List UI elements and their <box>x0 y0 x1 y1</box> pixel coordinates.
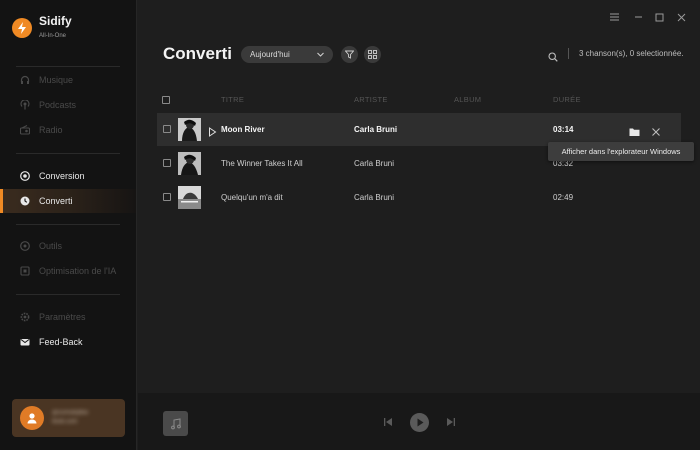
album-cover <box>178 152 201 175</box>
previous-icon[interactable] <box>383 417 393 427</box>
conversion-icon <box>20 171 30 181</box>
brand: Sidify All-In-One <box>12 14 72 41</box>
sidebar-item-label: Musique <box>39 75 74 85</box>
track-duration: 03:14 <box>553 125 574 134</box>
headphones-icon <box>20 75 30 85</box>
next-icon[interactable] <box>446 417 456 427</box>
filter-button[interactable] <box>341 46 358 63</box>
music-note-icon <box>163 411 188 436</box>
sidebar: Sidify All-In-One Musique Podcasts Radio… <box>0 0 137 450</box>
sidebar-item-podcasts[interactable]: Podcasts <box>0 93 136 117</box>
grid-icon <box>368 50 377 59</box>
sidebar-divider <box>16 224 120 225</box>
close-icon[interactable] <box>675 11 687 23</box>
row-checkbox[interactable] <box>163 193 171 201</box>
track-title: The Winner Takes It All <box>221 159 303 168</box>
column-header-title[interactable]: TITRE <box>221 95 244 104</box>
ai-icon <box>20 266 30 276</box>
track-title: Quelqu'un m'a dit <box>221 193 283 202</box>
filter-icon <box>345 50 354 59</box>
search-icon[interactable] <box>548 49 558 67</box>
remove-icon[interactable] <box>651 124 661 142</box>
sidebar-item-feedback[interactable]: Feed-Back <box>0 330 136 354</box>
sidebar-item-parametres[interactable]: Paramètres <box>0 305 136 329</box>
album-cover <box>178 186 201 209</box>
radio-icon <box>20 125 30 135</box>
track-artist: Carla Bruni <box>354 159 395 168</box>
row-checkbox[interactable] <box>163 125 171 133</box>
account-panel[interactable]: @ssmsbrjfbw ilook.com <box>12 399 125 437</box>
avatar <box>20 406 44 430</box>
folder-icon[interactable] <box>629 124 640 142</box>
user-icon <box>27 413 37 424</box>
sidebar-item-label: Feed-Back <box>39 337 83 347</box>
minimize-icon[interactable] <box>632 11 644 23</box>
track-duration: 02:49 <box>553 193 574 202</box>
select-all-checkbox[interactable] <box>162 96 170 104</box>
sidebar-item-radio[interactable]: Radio <box>0 118 136 142</box>
sidebar-item-converti[interactable]: Converti <box>0 189 136 213</box>
app-subtitle: All-In-One <box>39 33 67 39</box>
tooltip: Afficher dans l'explorateur Windows <box>548 142 694 161</box>
sidify-logo-icon <box>12 18 32 38</box>
row-checkbox[interactable] <box>163 159 171 167</box>
sidebar-item-label: Outils <box>39 241 63 251</box>
column-header-duration[interactable]: DURÉE <box>553 95 581 104</box>
app-name: Sidify <box>39 14 72 28</box>
sidebar-item-label: Converti <box>39 196 73 206</box>
sidebar-item-optimisation-ia[interactable]: Optimisation de l'IA <box>0 259 136 283</box>
sidebar-item-conversion[interactable]: Conversion <box>0 164 136 188</box>
main-panel: Converti Aujourd'hui 3 chanson(s), 0 sel… <box>138 0 700 450</box>
album-cover <box>178 118 201 141</box>
page-title: Converti <box>163 44 232 63</box>
sidebar-divider <box>16 66 120 67</box>
track-artist: Carla Bruni <box>354 193 395 202</box>
clock-icon <box>20 196 30 206</box>
table-row[interactable]: Quelqu'un m'a dit Carla Bruni 02:49 <box>157 181 681 214</box>
sidebar-item-label: Podcasts <box>39 100 77 110</box>
play-icon[interactable] <box>208 124 217 142</box>
sidebar-divider <box>16 294 120 295</box>
sidebar-item-musique[interactable]: Musique <box>0 68 136 92</box>
account-email: @ssmsbrjfbw ilook.com <box>52 410 89 425</box>
song-count-status: 3 chanson(s), 0 selectionnée. <box>579 49 684 58</box>
grid-view-button[interactable] <box>364 46 381 63</box>
date-filter-dropdown[interactable]: Aujourd'hui <box>241 46 333 63</box>
sidebar-item-label: Conversion <box>39 171 85 181</box>
mail-icon <box>20 337 30 347</box>
menu-icon[interactable] <box>608 11 620 23</box>
tools-icon <box>20 241 30 251</box>
track-artist: Carla Bruni <box>354 125 398 134</box>
podcast-icon <box>20 100 30 110</box>
chevron-down-icon <box>317 52 324 57</box>
sidebar-item-outils[interactable]: Outils <box>0 234 136 258</box>
maximize-icon[interactable] <box>653 11 665 23</box>
header-divider <box>568 48 569 59</box>
date-filter-value: Aujourd'hui <box>250 50 290 59</box>
sidebar-item-label: Paramètres <box>39 312 86 322</box>
player-bar <box>138 393 700 450</box>
column-header-artist[interactable]: ARTISTE <box>354 95 388 104</box>
sidebar-item-label: Optimisation de l'IA <box>39 266 117 276</box>
column-header-album[interactable]: ALBUM <box>454 95 481 104</box>
sidebar-divider <box>16 153 120 154</box>
play-button[interactable] <box>410 413 429 432</box>
track-title: Moon River <box>221 125 265 134</box>
sidebar-item-label: Radio <box>39 125 63 135</box>
gear-icon <box>20 312 30 322</box>
